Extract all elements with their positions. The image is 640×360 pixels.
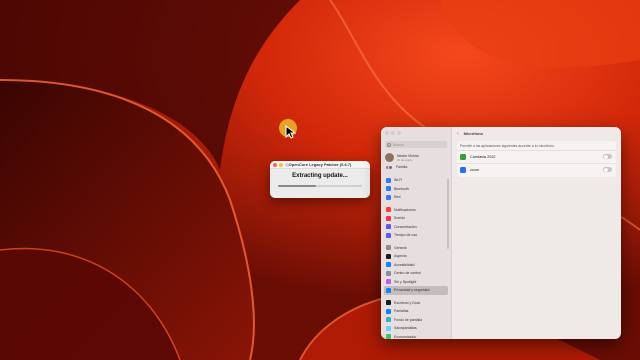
sidebar-item-label: Notificaciones <box>394 207 416 212</box>
mouse-pointer-icon <box>285 125 297 139</box>
sidebar-item-label: Salvapantallas <box>394 326 417 331</box>
sidebar-item[interactable]: Economizador <box>381 333 451 339</box>
sidebar-item-label: Accesibilidad <box>394 262 415 267</box>
app-name: Camtasia 2022 <box>470 154 496 159</box>
sidebar-item[interactable]: Aspecto <box>381 252 451 261</box>
oclp-status-text: Extracting update... <box>292 173 348 179</box>
wallpaper-icon <box>386 317 391 323</box>
oclp-progress-bar <box>278 185 362 187</box>
oclp-window-title: OpenCore Legacy Patcher (0.6.7) <box>288 162 352 167</box>
sidebar-item[interactable]: Notificaciones <box>381 206 451 215</box>
sidebar-item-label: Pantallas <box>394 309 409 314</box>
sidebar-item[interactable]: Privacidad y seguridad <box>384 286 448 295</box>
sidebar-item[interactable]: Escritorio y Dock <box>381 299 451 308</box>
close-icon[interactable] <box>385 131 389 135</box>
sidebar-groups: Wi-Fi Bluetooth Red Notificaciones Sonido Con… <box>381 172 451 339</box>
sidebar-item-label: General <box>394 245 407 250</box>
minimize-icon[interactable] <box>391 131 395 135</box>
card-description: Permitir a las aplicaciones siguientes a… <box>457 141 616 151</box>
settings-sidebar: Buscar Nestor Molina ID de Apple Familia… <box>381 127 452 339</box>
sidebar-item-label: Privacidad y seguridad <box>394 288 430 293</box>
zoom-icon <box>460 166 466 173</box>
displays-icon <box>386 308 391 314</box>
app-permission-row: zoom <box>457 164 616 177</box>
sidebar-item[interactable]: Red <box>381 193 451 202</box>
page-title: Micrófono <box>463 131 484 136</box>
general-icon <box>386 245 391 251</box>
oclp-titlebar: OpenCore Legacy Patcher (0.6.7) <box>270 161 370 169</box>
accessibility-icon <box>386 262 391 268</box>
notifications-icon <box>386 207 391 213</box>
sidebar-item-label: Fondo de pantalla <box>394 317 423 322</box>
user-name: Nestor Molina <box>397 153 419 158</box>
camtasia-icon <box>460 153 466 160</box>
privacy-icon <box>386 287 391 293</box>
oclp-progress-fill <box>278 185 316 187</box>
sidebar-item-label: Escritorio y Dock <box>394 300 421 305</box>
oclp-progress-window: OpenCore Legacy Patcher (0.6.7) Extracti… <box>270 161 370 198</box>
dock-icon <box>386 300 391 306</box>
toggle-knob <box>603 167 608 172</box>
search-icon <box>387 142 391 147</box>
sidebar-item[interactable]: Sonido <box>381 214 451 223</box>
sidebar-item-label: Wi-Fi <box>394 178 403 183</box>
sidebar-item[interactable]: Siri y Spotlight <box>381 278 451 287</box>
main-header: ‹ Micrófono <box>452 127 621 140</box>
bluetooth-icon <box>386 186 391 192</box>
toggle-knob <box>603 154 608 159</box>
sidebar-item-label: Tiempo de uso <box>394 233 418 238</box>
microphone-permission-toggle[interactable] <box>603 167 612 173</box>
battery-icon <box>386 334 391 339</box>
sidebar-item-label: Aspecto <box>394 254 407 259</box>
screensaver-icon <box>386 325 391 331</box>
sidebar-item-label: Economizador <box>394 334 417 339</box>
sidebar-item[interactable]: General <box>381 244 451 253</box>
family-icon <box>385 164 393 170</box>
appearance-icon <box>386 253 391 259</box>
sidebar-item[interactable]: Concentración <box>381 223 451 232</box>
sidebar-item-label: Bluetooth <box>394 186 409 191</box>
sidebar-item[interactable]: Centro de control <box>381 269 451 278</box>
family-label: Familia <box>396 165 408 169</box>
app-permission-row: Camtasia 2022 <box>457 151 616 164</box>
siri-icon <box>386 279 391 285</box>
control-center-icon <box>386 270 391 276</box>
sidebar-item-label: Red <box>394 195 401 200</box>
settings-main-pane: ‹ Micrófono Permitir a las aplicaciones … <box>452 127 621 339</box>
sidebar-item[interactable]: Pantallas <box>381 307 451 316</box>
sidebar-item-label: Centro de control <box>394 271 421 276</box>
wifi-icon <box>386 177 391 183</box>
family-row[interactable]: Familia <box>381 164 451 172</box>
search-placeholder: Buscar <box>393 142 404 147</box>
sidebar-item[interactable]: Salvapantallas <box>381 324 451 333</box>
sidebar-item-label: Concentración <box>394 224 417 229</box>
microphone-permission-toggle[interactable] <box>603 154 612 160</box>
zoom-icon[interactable] <box>397 131 401 135</box>
sidebar-item[interactable]: Wi-Fi <box>381 176 451 185</box>
system-settings-window: Buscar Nestor Molina ID de Apple Familia… <box>381 127 621 339</box>
sidebar-item-label: Sonido <box>394 216 405 221</box>
screen-time-icon <box>386 232 391 238</box>
app-name: zoom <box>470 167 480 172</box>
sidebar-item[interactable]: Bluetooth <box>381 185 451 194</box>
sidebar-item[interactable]: Fondo de pantalla <box>381 316 451 325</box>
focus-icon <box>386 224 391 230</box>
microphone-apps-card: Permitir a las aplicaciones siguientes a… <box>457 141 616 177</box>
apple-id-row[interactable]: Nestor Molina ID de Apple <box>381 151 451 164</box>
sidebar-item[interactable]: Accesibilidad <box>381 261 451 270</box>
sidebar-scrollbar[interactable] <box>447 179 449 249</box>
network-icon <box>386 194 391 200</box>
window-controls <box>381 127 451 139</box>
avatar <box>385 153 394 162</box>
sound-icon <box>386 215 391 221</box>
sidebar-item-label: Siri y Spotlight <box>394 279 417 284</box>
user-subtitle: ID de Apple <box>397 157 413 162</box>
back-chevron-icon[interactable]: ‹ <box>457 131 459 137</box>
sidebar-item[interactable]: Tiempo de uso <box>381 231 451 240</box>
search-input[interactable]: Buscar <box>385 141 447 148</box>
